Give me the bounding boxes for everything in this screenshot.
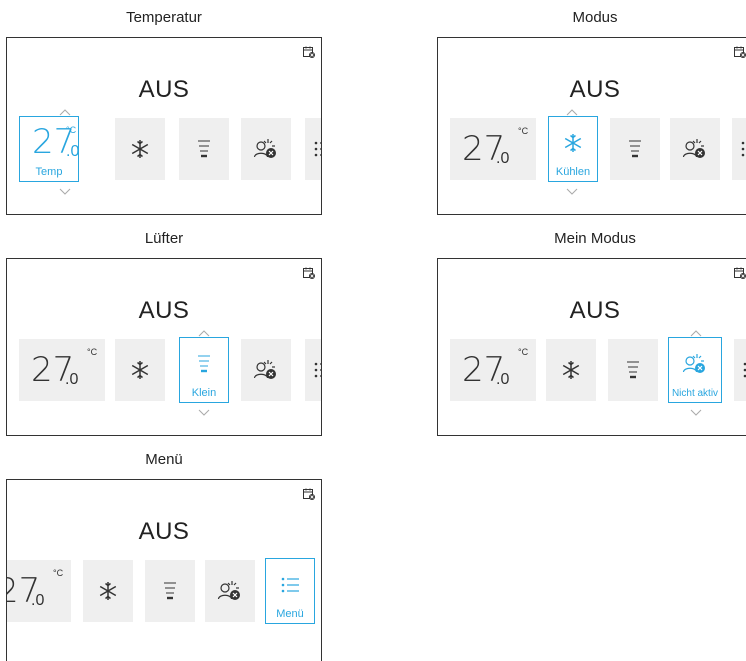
- schedule-off-icon: [303, 488, 315, 500]
- temperature-unit: °C: [518, 347, 529, 357]
- selected-label: Klein: [191, 387, 217, 399]
- menu-list-icon: [741, 141, 745, 157]
- schedule-off-icon: [303, 46, 315, 58]
- mode-tile[interactable]: [83, 560, 133, 622]
- screen-mein-modus: AUS 27 °C .0 Nicht aktiv: [437, 258, 746, 436]
- chevron-down-icon[interactable]: [566, 188, 578, 196]
- schedule-off-icon: [734, 267, 746, 279]
- temperature-tile[interactable]: 27 °C .0: [7, 560, 71, 622]
- my-mode-off-icon: [682, 353, 705, 373]
- menu-list-icon: [314, 362, 321, 378]
- temperature-tile[interactable]: 27 °C .0: [450, 339, 536, 401]
- fan-speed-icon: [198, 355, 210, 372]
- panel-title-luefter: Lüfter: [144, 230, 184, 247]
- my-mode-off-icon: [217, 581, 240, 600]
- fan-speed-icon: [629, 140, 641, 158]
- screen-luefter: AUS 27 °C .0 Klein: [6, 258, 322, 436]
- chevron-up-icon[interactable]: [198, 329, 210, 337]
- panel-title-menue: Menü: [145, 451, 183, 468]
- my-mode-off-icon: [253, 139, 276, 158]
- snowflake-icon: [99, 582, 117, 600]
- my-mode-off-icon: [253, 360, 276, 379]
- my-mode-tile[interactable]: [670, 118, 720, 180]
- selected-label: Temp: [35, 166, 63, 178]
- temperature-decimal: .0: [66, 143, 80, 160]
- menu-tile[interactable]: Menü: [265, 558, 315, 624]
- panel-title-mein-modus: Mein Modus: [554, 230, 636, 247]
- my-mode-tile[interactable]: [205, 560, 255, 622]
- chevron-down-icon[interactable]: [198, 409, 210, 417]
- my-mode-tile[interactable]: [241, 118, 291, 180]
- temperature-decimal: .0: [31, 592, 45, 609]
- temperature-unit: °C: [66, 125, 77, 135]
- menu-tile[interactable]: [305, 339, 321, 401]
- menu-list-icon: [743, 362, 746, 378]
- temperature-unit: °C: [53, 568, 64, 578]
- selected-label: Kühlen: [555, 166, 591, 178]
- chevron-down-icon[interactable]: [59, 188, 71, 196]
- fan-speed-icon: [164, 582, 176, 600]
- panel-title-modus: Modus: [572, 9, 618, 26]
- schedule-off-icon: [303, 267, 315, 279]
- my-mode-tile[interactable]: [241, 339, 291, 401]
- menu-tile[interactable]: [732, 118, 746, 180]
- screen-temperatur: AUS 27 °C .0 Temp: [6, 37, 322, 215]
- snowflake-icon: [562, 361, 580, 379]
- temperature-decimal: .0: [496, 150, 510, 167]
- temperature-unit: °C: [87, 347, 98, 357]
- temperature-tile[interactable]: 27 °C .0: [450, 118, 536, 180]
- fan-tile[interactable]: [145, 560, 195, 622]
- chevron-up-icon[interactable]: [566, 108, 578, 116]
- power-status: AUS: [138, 297, 190, 324]
- snowflake-icon: [131, 140, 149, 158]
- chevron-up-icon[interactable]: [59, 108, 71, 116]
- screen-menue: AUS 27 °C .0 Menü: [6, 479, 322, 661]
- fan-tile[interactable]: [610, 118, 660, 180]
- fan-speed-icon: [198, 140, 210, 158]
- temperature-decimal: .0: [496, 371, 510, 388]
- my-mode-off-icon: [682, 139, 705, 158]
- snowflake-icon: [564, 133, 582, 152]
- snowflake-icon: [131, 361, 149, 379]
- fan-tile[interactable]: Klein: [179, 337, 229, 403]
- temperature-tile[interactable]: 27 °C .0 Temp: [19, 116, 79, 182]
- schedule-off-icon: [734, 46, 746, 58]
- mode-tile[interactable]: [546, 339, 596, 401]
- mode-tile[interactable]: [115, 339, 165, 401]
- selected-label: Nicht aktiv: [671, 388, 719, 399]
- power-status: AUS: [569, 297, 621, 324]
- temperature-tile[interactable]: 27 °C .0: [19, 339, 105, 401]
- temperature-decimal: .0: [65, 371, 79, 388]
- my-mode-tile[interactable]: Nicht aktiv: [668, 337, 722, 403]
- mode-tile[interactable]: [115, 118, 165, 180]
- chevron-up-icon[interactable]: [690, 329, 702, 337]
- fan-tile[interactable]: [179, 118, 229, 180]
- selected-label: Menü: [276, 608, 304, 620]
- screen-modus: AUS 27 °C .0 Kühlen: [437, 37, 746, 215]
- temperature-unit: °C: [518, 126, 529, 136]
- menu-list-icon: [281, 577, 299, 592]
- chevron-down-icon[interactable]: [690, 409, 702, 417]
- power-status: AUS: [138, 518, 190, 545]
- menu-tile[interactable]: [734, 339, 746, 401]
- menu-tile[interactable]: [305, 118, 321, 180]
- fan-speed-icon: [627, 361, 639, 379]
- power-status: AUS: [569, 76, 621, 103]
- power-status: AUS: [138, 76, 190, 103]
- panel-title-temperatur: Temperatur: [126, 9, 202, 26]
- fan-tile[interactable]: [608, 339, 658, 401]
- menu-list-icon: [314, 141, 321, 157]
- mode-tile[interactable]: Kühlen: [548, 116, 598, 182]
